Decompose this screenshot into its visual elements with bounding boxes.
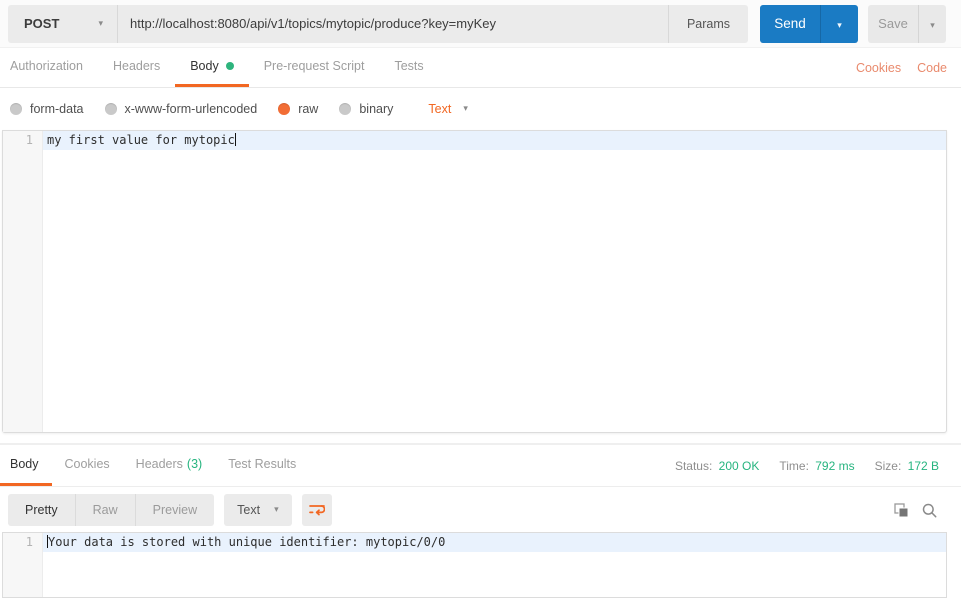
response-tabs-row: Body Cookies Headers (3) Test Results St… <box>0 443 961 487</box>
save-split-button: Save ▾ <box>868 4 946 43</box>
green-dot-icon <box>225 62 234 70</box>
request-body-editor: 1 my first value for mytopic <box>2 130 947 433</box>
copy-icon <box>894 502 909 517</box>
url-input[interactable] <box>118 4 668 43</box>
response-tab-headers[interactable]: Headers (3) <box>123 445 216 486</box>
method-select[interactable]: POST ▾ <box>8 4 118 43</box>
body-type-selector: form-data x-www-form-urlencoded raw bina… <box>0 88 961 130</box>
request-editor-gutter: 1 <box>3 131 43 432</box>
save-options-button[interactable]: ▾ <box>918 4 946 43</box>
wrap-text-icon <box>308 504 325 515</box>
chevron-down-icon: ▾ <box>930 21 935 31</box>
radio-selected-icon <box>278 103 291 115</box>
request-editor-content[interactable]: my first value for mytopic <box>43 131 946 432</box>
chevron-down-icon: ▾ <box>463 104 468 114</box>
radio-unselected-icon <box>104 103 117 115</box>
radio-unselected-icon <box>10 103 22 115</box>
code-link[interactable]: Code <box>917 48 947 87</box>
radio-raw-label: raw <box>298 102 319 116</box>
cookies-link[interactable]: Cookies <box>856 48 901 87</box>
send-split-button: Send ▾ <box>760 4 858 43</box>
search-icon <box>922 503 937 517</box>
response-toolbar: Pretty Raw Preview Text ▾ <box>0 494 961 526</box>
radio-x-www-form-urlencoded-label: x-www-form-urlencoded <box>124 102 258 116</box>
view-mode-preview[interactable]: Preview <box>136 494 214 526</box>
tabs-spacer <box>439 48 840 87</box>
tab-pre-request-script[interactable]: Pre-request Script <box>249 48 380 87</box>
request-editor-line-1[interactable]: my first value for mytopic <box>43 131 946 150</box>
chevron-down-icon: ▾ <box>98 18 103 29</box>
response-tab-test-results[interactable]: Test Results <box>215 445 309 486</box>
status-meta: Status: 200 OK <box>675 459 759 473</box>
tab-body-label: Body <box>190 59 219 73</box>
time-value: 792 ms <box>815 458 855 473</box>
response-tab-headers-label: Headers <box>135 457 183 471</box>
response-editor-gutter: 1 <box>3 533 43 597</box>
radio-form-data-label: form-data <box>30 102 84 116</box>
postman-app: POST ▾ Params Send ▾ Save ▾ Authorizatio… <box>0 0 961 598</box>
radio-x-www-form-urlencoded[interactable]: x-www-form-urlencoded <box>104 102 258 116</box>
view-mode-pretty[interactable]: Pretty <box>8 494 76 526</box>
line-number: 1 <box>25 535 33 549</box>
save-button[interactable]: Save <box>868 5 918 43</box>
time-label: Time: <box>779 458 809 473</box>
url-group: POST ▾ Params <box>8 4 748 43</box>
copy-response-button[interactable] <box>894 502 909 518</box>
time-meta: Time: 792 ms <box>779 459 854 473</box>
response-tab-cookies[interactable]: Cookies <box>52 445 123 486</box>
radio-unselected-icon <box>339 103 352 115</box>
chevron-down-icon: ▾ <box>274 505 279 515</box>
response-format-label: Text <box>237 503 261 517</box>
tab-body[interactable]: Body <box>175 48 249 87</box>
request-body-text: my first value for mytopic <box>47 133 235 147</box>
view-mode-raw[interactable]: Raw <box>76 494 136 526</box>
tab-headers[interactable]: Headers <box>98 48 175 87</box>
radio-binary[interactable]: binary <box>339 102 393 116</box>
response-body-text: Your data is stored with unique identifi… <box>48 535 446 549</box>
search-response-button[interactable] <box>922 503 937 518</box>
size-meta: Size: 172 B <box>875 459 939 473</box>
radio-form-data[interactable]: form-data <box>10 102 84 116</box>
response-editor-line-1[interactable]: Your data is stored with unique identifi… <box>43 533 946 552</box>
response-editor-content[interactable]: Your data is stored with unique identifi… <box>43 533 946 597</box>
body-format-dropdown[interactable]: Text ▾ <box>428 102 467 116</box>
body-format-label: Text <box>428 102 452 116</box>
status-value: 200 OK <box>718 458 760 473</box>
headers-count-badge: (3) <box>186 457 203 471</box>
radio-binary-label: binary <box>359 102 394 116</box>
view-mode-group: Pretty Raw Preview <box>8 494 215 526</box>
method-label: POST <box>24 16 60 31</box>
text-cursor <box>234 133 236 146</box>
status-label: Status: <box>674 458 713 473</box>
response-format-dropdown[interactable]: Text ▾ <box>224 494 292 526</box>
size-label: Size: <box>874 458 902 473</box>
tab-tests[interactable]: Tests <box>379 48 438 87</box>
wrap-text-button[interactable] <box>301 494 332 526</box>
line-number: 1 <box>25 133 33 147</box>
response-meta: Status: 200 OK Time: 792 ms Size: 172 B <box>655 445 939 486</box>
size-value: 172 B <box>907 458 939 473</box>
chevron-down-icon: ▾ <box>837 21 842 31</box>
send-button[interactable]: Send <box>760 4 820 43</box>
params-button[interactable]: Params <box>668 4 748 43</box>
request-tabs-bar: Authorization Headers Body Pre-request S… <box>0 48 961 88</box>
radio-raw[interactable]: raw <box>278 102 318 116</box>
request-bar: POST ▾ Params Send ▾ Save ▾ <box>0 0 961 48</box>
response-tab-body[interactable]: Body <box>0 445 52 486</box>
tab-authorization[interactable]: Authorization <box>0 48 98 87</box>
response-body-editor: 1 Your data is stored with unique identi… <box>2 532 947 598</box>
send-options-button[interactable]: ▾ <box>820 4 858 43</box>
